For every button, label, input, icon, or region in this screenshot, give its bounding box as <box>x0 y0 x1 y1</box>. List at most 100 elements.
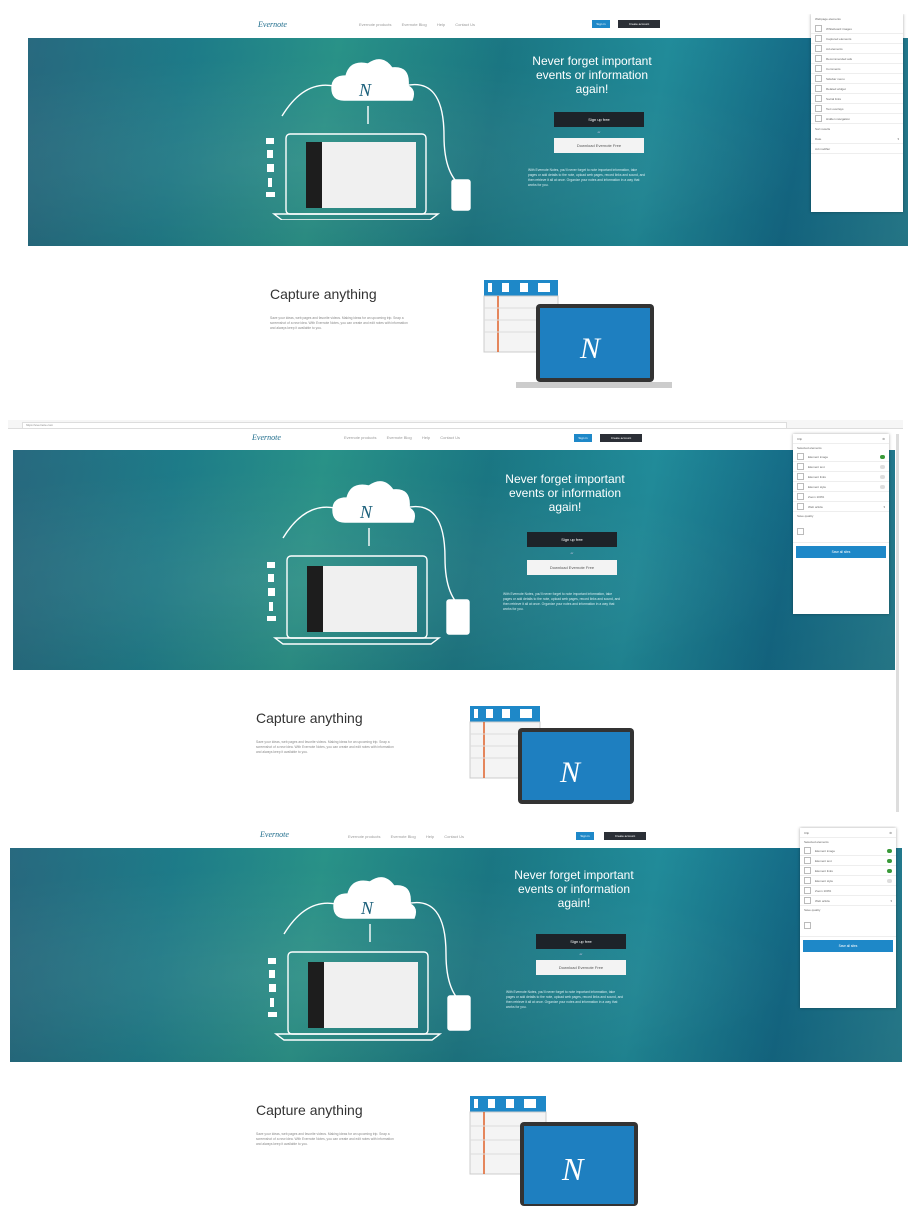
gear-icon[interactable]: ⚙ <box>882 437 885 441</box>
panel-item[interactable]: Element links <box>800 866 896 876</box>
zoom-control[interactable]: Zoom 100% <box>793 492 889 502</box>
sort-select[interactable]: Date ▾ <box>811 134 903 144</box>
microphone-icon <box>488 283 492 292</box>
create-account-button[interactable]: Create account <box>618 20 660 28</box>
toggle-icon <box>887 858 892 863</box>
or-divider: or <box>597 130 601 134</box>
paperclip-icon <box>267 150 273 158</box>
nav-link-help[interactable]: Help <box>422 435 430 440</box>
nav-link-blog[interactable]: Evernote Blog <box>402 22 427 27</box>
clip-type-select[interactable]: Web article ▾ <box>800 896 896 906</box>
hero-illustration: N <box>266 59 471 220</box>
nav-link-help[interactable]: Help <box>437 22 445 27</box>
panel-item[interactable]: Hidden navigation <box>811 114 903 124</box>
create-account-button[interactable]: Create account <box>604 832 646 840</box>
hero-title: Never forget important events or informa… <box>505 472 625 514</box>
signup-button[interactable]: Sign up free <box>527 532 617 547</box>
toggle-icon <box>887 868 892 873</box>
scrollbar[interactable] <box>896 434 899 812</box>
nav-link-blog[interactable]: Evernote Blog <box>387 435 412 440</box>
microphone-icon <box>474 1099 478 1108</box>
site-nav: Evernote Evernote products Evernote Blog… <box>14 14 908 36</box>
hero-banner: N Never forget important events or infor… <box>13 450 895 670</box>
panel-item[interactable]: Ad elements <box>811 44 903 54</box>
sign-in-button[interactable]: Sign in <box>574 434 592 442</box>
panel-item[interactable]: Whiteboard images <box>811 24 903 34</box>
hero-title: Never forget important events or informa… <box>532 54 652 96</box>
nav-link-products[interactable]: Evernote products <box>348 834 380 839</box>
site-logo[interactable]: Evernote <box>260 830 289 839</box>
panel-item[interactable]: Social links <box>811 94 903 104</box>
quality-label: Save quality <box>804 908 821 912</box>
panel-item[interactable]: Sidebar menu <box>811 74 903 84</box>
sign-in-button[interactable]: Sign in <box>592 20 610 28</box>
quality-row[interactable] <box>793 520 889 543</box>
panel-item[interactable]: Related widget <box>811 84 903 94</box>
nav-links: Evernote products Evernote Blog Help Con… <box>344 435 469 440</box>
capture-description: Save your ideas, web pages and favorite … <box>270 316 408 331</box>
download-button[interactable]: Download Evernote Free <box>554 138 644 153</box>
panel-footer[interactable]: Ad modifier <box>811 144 903 154</box>
signup-button[interactable]: Sign up free <box>536 934 626 949</box>
create-account-button[interactable]: Create account <box>600 434 642 442</box>
capture-title: Capture anything <box>256 710 363 726</box>
microphone-icon <box>474 709 478 718</box>
clip-type-select[interactable]: Web article ▾ <box>793 502 889 512</box>
panel-section: Selected elements <box>797 446 822 450</box>
panel-item[interactable]: Element style <box>800 876 896 886</box>
capture-title: Capture anything <box>256 1102 363 1118</box>
panel-header: Clip <box>804 830 810 835</box>
panel-item[interactable]: Element text <box>800 856 896 866</box>
site-nav: Evernote Evernote products Evernote Blog… <box>8 429 903 451</box>
panel-item[interactable]: Text overlays <box>811 104 903 114</box>
save-button[interactable]: Save all sites <box>803 940 893 952</box>
site-logo[interactable]: Evernote <box>252 433 281 442</box>
sign-in-button[interactable]: Sign in <box>576 832 594 840</box>
capture-illustration: N <box>469 706 634 804</box>
image-icon <box>266 138 274 144</box>
cloud-icon <box>331 59 415 101</box>
video-icon <box>267 616 276 621</box>
nav-link-contact[interactable]: Contact Us <box>440 435 460 440</box>
quality-row[interactable] <box>800 914 896 937</box>
signup-button[interactable]: Sign up free <box>554 112 644 127</box>
panel-item[interactable]: Element image <box>793 452 889 462</box>
panel-item[interactable]: Element text <box>793 462 889 472</box>
address-bar[interactable]: https://evernote.com <box>22 421 787 429</box>
nav-link-products[interactable]: Evernote products <box>344 435 376 440</box>
download-button[interactable]: Download Evernote Free <box>536 960 626 975</box>
nav-link-blog[interactable]: Evernote Blog <box>391 834 416 839</box>
nav-link-help[interactable]: Help <box>426 834 434 839</box>
capture-description: Save your ideas, web pages and favorite … <box>256 1132 394 1147</box>
panel-item[interactable]: Captured elements <box>811 34 903 44</box>
panel-item[interactable]: Element links <box>793 472 889 482</box>
gear-icon[interactable]: ⚙ <box>889 831 892 835</box>
panel-item[interactable]: Recommended ads <box>811 54 903 64</box>
microphone-icon <box>270 998 274 1007</box>
document-icon <box>486 709 493 718</box>
nav-links: Evernote products Evernote Blog Help Con… <box>359 22 484 27</box>
zoom-control[interactable]: Zoom 100% <box>800 886 896 896</box>
panel-item[interactable]: Element image <box>800 846 896 856</box>
panel-item[interactable]: Comments <box>811 64 903 74</box>
svg-text:N: N <box>561 1151 585 1187</box>
image-icon <box>267 562 275 568</box>
site-logo[interactable]: Evernote <box>258 20 287 29</box>
nav-link-contact[interactable]: Contact Us <box>455 22 475 27</box>
svg-text:N: N <box>358 80 372 100</box>
download-button[interactable]: Download Evernote Free <box>527 560 617 575</box>
screenshot-2: https://evernote.com Evernote Evernote p… <box>8 420 903 812</box>
paperclip-icon <box>506 1099 514 1108</box>
nav-link-products[interactable]: Evernote products <box>359 22 391 27</box>
svg-text:N: N <box>559 756 582 789</box>
clipper-panel-3: Clip ⚙ Selected elements Element image El… <box>800 828 896 1008</box>
svg-text:N: N <box>359 502 373 522</box>
hero-description: With Evernote Notes, you’ll never forget… <box>528 168 646 187</box>
panel-item[interactable]: Element style <box>793 482 889 492</box>
chevron-down-icon: ▾ <box>897 136 899 141</box>
nav-link-contact[interactable]: Contact Us <box>444 834 464 839</box>
save-button[interactable]: Save all sites <box>796 546 886 558</box>
microphone-icon <box>268 178 272 187</box>
video-icon <box>268 1012 277 1017</box>
video-icon <box>266 192 275 197</box>
